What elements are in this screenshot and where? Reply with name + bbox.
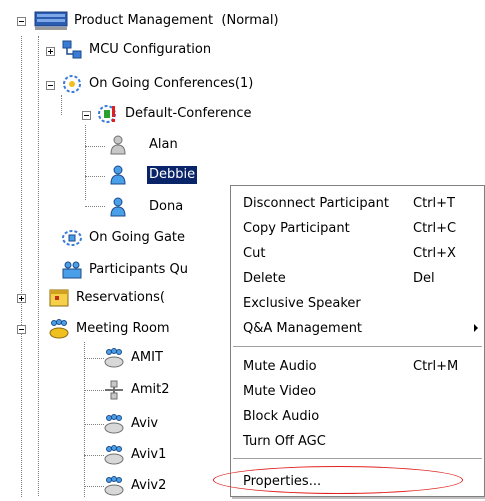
tree-line [85, 176, 105, 177]
gateway-icon [61, 227, 83, 249]
tree-node-room-aviv2[interactable]: Aviv2 [103, 474, 168, 498]
collapse-toggle[interactable] [82, 111, 91, 120]
menu-item-shortcut: Del [413, 270, 435, 286]
menu-item-label: Disconnect Participant [243, 195, 389, 211]
tree-node-label: Aviv [131, 416, 159, 431]
tree-line [38, 36, 39, 496]
expand-toggle[interactable] [17, 294, 26, 303]
tree-node-room-amit2[interactable]: Amit2 [103, 378, 172, 402]
room-icon [103, 413, 125, 435]
menu-item-shortcut: Ctrl+C [413, 220, 457, 236]
room-icon [103, 444, 125, 466]
tree-node-label: Alan [149, 137, 178, 152]
menu-item-label: Mute Video [243, 383, 317, 399]
menu-item-label: Turn Off AGC [243, 433, 326, 449]
menu-item-label: Q&A Management [243, 320, 363, 336]
tree-node-mcu-configuration[interactable]: MCU Configuration [61, 38, 213, 62]
participant-blue-icon [107, 164, 129, 186]
menu-item-shortcut: Ctrl+X [413, 245, 456, 261]
tree-node-ongoing-conferences[interactable]: On Going Conferences(1) [61, 72, 255, 96]
conference-group-icon [61, 73, 83, 95]
tree-node-label: AMIT [131, 350, 163, 365]
meeting-room-icon [48, 318, 70, 340]
menu-item-label: Properties... [243, 473, 322, 489]
server-icon [34, 10, 68, 32]
tree-node-participant-debbie[interactable]: Debbie [105, 163, 198, 187]
tree-node-label: Amit2 [131, 382, 170, 397]
tree-line [85, 125, 86, 200]
tree-node-meeting-rooms[interactable]: Meeting Room [48, 317, 172, 341]
menu-item-copy-participant[interactable]: Copy Participant Ctrl+C [231, 216, 484, 240]
menu-item-label: Delete [243, 270, 286, 286]
tree-node-product-management[interactable]: Product Management (Normal) [34, 9, 281, 33]
tree-line [84, 342, 85, 497]
tree-node-default-conference[interactable]: Default-Conference [97, 102, 253, 126]
submenu-arrow-icon [474, 324, 478, 332]
room-icon [103, 347, 125, 369]
tree-node-label: On Going Conferences(1) [89, 76, 254, 91]
tree-node-reservations[interactable]: Reservations( [48, 286, 167, 310]
menu-item-mute-video[interactable]: Mute Video [231, 379, 484, 403]
menu-item-block-audio[interactable]: Block Audio [231, 404, 484, 428]
tree-node-participants-queue[interactable]: Participants Qu [61, 258, 190, 282]
tree-node-room-amit[interactable]: AMIT [103, 346, 165, 370]
menu-item-shortcut: Ctrl+M [413, 358, 459, 374]
collapse-toggle[interactable] [17, 17, 26, 26]
participant-grey-icon [107, 134, 129, 156]
collapse-toggle[interactable] [17, 325, 26, 334]
calendar-icon [48, 287, 70, 309]
tree-line [61, 95, 62, 115]
tree-line [21, 36, 22, 497]
menu-separator [233, 346, 482, 347]
tree-node-participant-alan[interactable]: Alan [105, 133, 180, 157]
menu-item-qa-management[interactable]: Q&A Management [231, 316, 484, 340]
menu-item-label: Mute Audio [243, 358, 317, 374]
menu-item-mute-audio[interactable]: Mute Audio Ctrl+M [231, 354, 484, 378]
menu-item-label: Cut [243, 245, 266, 261]
menu-item-label: Block Audio [243, 408, 320, 424]
tree-node-label: Participants Qu [89, 262, 188, 277]
participants-queue-icon [61, 259, 83, 281]
tree-line [84, 424, 104, 425]
collapse-toggle[interactable] [46, 81, 55, 90]
expand-toggle[interactable] [46, 47, 55, 56]
tree-node-label: Aviv1 [131, 447, 167, 462]
tree-node-room-aviv1[interactable]: Aviv1 [103, 443, 168, 467]
tree-line [84, 486, 104, 487]
tree-line [84, 390, 104, 391]
tree-line [85, 206, 105, 207]
menu-separator [233, 458, 482, 459]
room-icon [103, 475, 125, 497]
tree-node-label: Debbie [147, 166, 198, 184]
tree-node-label: Product Management (Normal) [74, 13, 279, 28]
tree-line [85, 146, 105, 147]
menu-item-delete[interactable]: Delete Del [231, 266, 484, 290]
context-menu: Disconnect Participant Ctrl+T Copy Parti… [230, 185, 485, 497]
menu-item-label: Copy Participant [243, 220, 350, 236]
tree-node-participant-dona[interactable]: Dona [105, 195, 185, 219]
gateway-room-icon [103, 379, 125, 401]
tree-node-ongoing-gateway[interactable]: On Going Gate [61, 226, 187, 250]
menu-item-turn-off-agc[interactable]: Turn Off AGC [231, 429, 484, 453]
tree-node-label: Meeting Room [76, 321, 170, 336]
menu-item-disconnect-participant[interactable]: Disconnect Participant Ctrl+T [231, 191, 484, 215]
tree-line [84, 455, 104, 456]
menu-item-cut[interactable]: Cut Ctrl+X [231, 241, 484, 265]
participant-blue-icon [107, 196, 129, 218]
tree-node-label: On Going Gate [89, 230, 186, 245]
network-config-icon [61, 39, 83, 61]
menu-item-properties[interactable]: Properties... [231, 469, 484, 493]
menu-item-shortcut: Ctrl+T [413, 195, 455, 211]
conference-alert-icon [97, 103, 119, 125]
tree-node-label: Dona [149, 199, 184, 214]
tree-node-label: Default-Conference [125, 106, 252, 121]
tree-line [84, 358, 104, 359]
menu-item-label: Exclusive Speaker [243, 295, 361, 311]
tree-node-label: Reservations( [76, 290, 165, 305]
tree-node-label: MCU Configuration [89, 42, 212, 57]
menu-item-exclusive-speaker[interactable]: Exclusive Speaker [231, 291, 484, 315]
tree-node-label: Aviv2 [131, 478, 167, 493]
tree-node-room-aviv[interactable]: Aviv [103, 412, 160, 436]
